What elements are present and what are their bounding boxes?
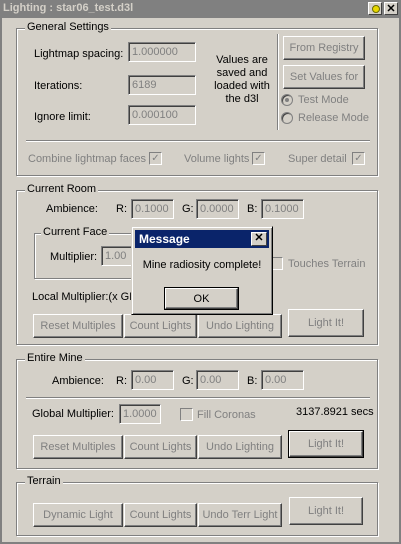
window-title-bar[interactable]: Lighting : star06_test.d3l (0, 0, 401, 18)
room-count-lights-button[interactable]: Count Lights (124, 314, 197, 338)
fill-coronas-checkbox[interactable] (180, 408, 193, 421)
dialog-title-bar[interactable]: Message ✕ (135, 230, 269, 248)
general-vertical-separator (277, 34, 279, 130)
iterations-field[interactable]: 6189 (128, 75, 196, 95)
room-r-field[interactable]: 0.1000 (131, 199, 174, 219)
touches-terrain-label: Touches Terrain (288, 258, 366, 270)
mine-reset-multiples-button[interactable]: Reset Multiples (33, 435, 123, 459)
dialog-close-icon[interactable]: ✕ (251, 232, 267, 246)
room-r-label: R: (116, 203, 127, 215)
current-room-legend: Current Room (25, 183, 99, 195)
global-multiplier-label: Global Multiplier: (32, 408, 114, 420)
window-title: Lighting : star06_test.d3l (3, 2, 134, 14)
local-multiplier-label: Local Multiplier:(x GM (32, 291, 139, 303)
mine-g-field[interactable]: 0.00 (196, 370, 239, 390)
terrain-undo-light-button[interactable]: Undo Terr Light (198, 503, 282, 527)
terrain-legend: Terrain (25, 475, 63, 487)
combine-lightmap-label: Combine lightmap faces (28, 153, 147, 165)
lightmap-spacing-field[interactable]: 1.000000 (128, 42, 196, 62)
face-multiplier-label: Multiplier: (50, 251, 98, 263)
room-g-label: G: (182, 203, 194, 215)
terrain-light-it-button[interactable]: Light It! (289, 497, 363, 525)
room-reset-multiples-button[interactable]: Reset Multiples (33, 314, 123, 338)
ignore-limit-label: Ignore limit: (34, 111, 91, 123)
general-settings-legend: General Settings (25, 21, 111, 33)
global-multiplier-field[interactable]: 1.0000 (119, 404, 161, 424)
room-b-field[interactable]: 0.1000 (261, 199, 304, 219)
room-ambience-label: Ambience: (46, 203, 98, 215)
test-mode-radio[interactable] (281, 94, 293, 106)
super-detail-checkbox[interactable]: ✓ (352, 152, 365, 165)
mine-time-readout: 3137.8921 secs (296, 406, 374, 418)
values-saved-note: Values are saved and loaded with the d3l (214, 54, 270, 105)
general-separator (26, 140, 370, 142)
terrain-dynamic-light-button[interactable]: Dynamic Light (33, 503, 123, 527)
combine-lightmap-checkbox[interactable]: ✓ (149, 152, 162, 165)
dialog-ok-button[interactable]: OK (164, 287, 239, 310)
volume-lights-checkbox[interactable]: ✓ (252, 152, 265, 165)
set-values-button[interactable]: Set Values for (283, 65, 365, 89)
face-multiplier-field[interactable]: 1.00 (101, 246, 135, 266)
from-registry-button[interactable]: From Registry (283, 36, 365, 60)
mine-count-lights-button[interactable]: Count Lights (124, 435, 197, 459)
close-window-icon[interactable] (384, 2, 398, 15)
lightmap-spacing-label: Lightmap spacing: (34, 48, 124, 60)
mine-separator (26, 397, 370, 399)
iterations-label: Iterations: (34, 80, 83, 92)
test-mode-label: Test Mode (298, 94, 349, 106)
room-undo-lighting-button[interactable]: Undo Lighting (198, 314, 282, 338)
ignore-limit-field[interactable]: 0.000100 (128, 105, 196, 125)
mine-light-it-button[interactable]: Light It! (288, 430, 364, 458)
room-light-it-button[interactable]: Light It! (288, 309, 364, 337)
message-dialog: Message ✕ Mine radiosity complete! OK (131, 226, 273, 315)
terrain-count-lights-button[interactable]: Count Lights (124, 503, 197, 527)
mine-undo-lighting-button[interactable]: Undo Lighting (198, 435, 282, 459)
mine-ambience-label: Ambience: (52, 375, 104, 387)
help-icon[interactable] (368, 2, 382, 15)
mine-g-label: G: (182, 375, 194, 387)
dialog-message: Mine radiosity complete! (142, 259, 262, 271)
room-b-label: B: (247, 203, 258, 215)
mine-r-label: R: (116, 375, 127, 387)
mine-r-field[interactable]: 0.00 (131, 370, 174, 390)
super-detail-label: Super detail (288, 153, 347, 165)
fill-coronas-label: Fill Coronas (197, 409, 256, 421)
volume-lights-label: Volume lights (184, 153, 250, 165)
room-g-field[interactable]: 0.0000 (196, 199, 239, 219)
release-mode-label: Release Mode (298, 112, 369, 124)
mine-b-field[interactable]: 0.00 (261, 370, 304, 390)
current-face-legend: Current Face (41, 226, 110, 238)
entire-mine-legend: Entire Mine (25, 352, 85, 364)
dialog-title: Message (139, 232, 190, 246)
mine-b-label: B: (247, 375, 258, 387)
release-mode-radio[interactable] (281, 112, 293, 124)
